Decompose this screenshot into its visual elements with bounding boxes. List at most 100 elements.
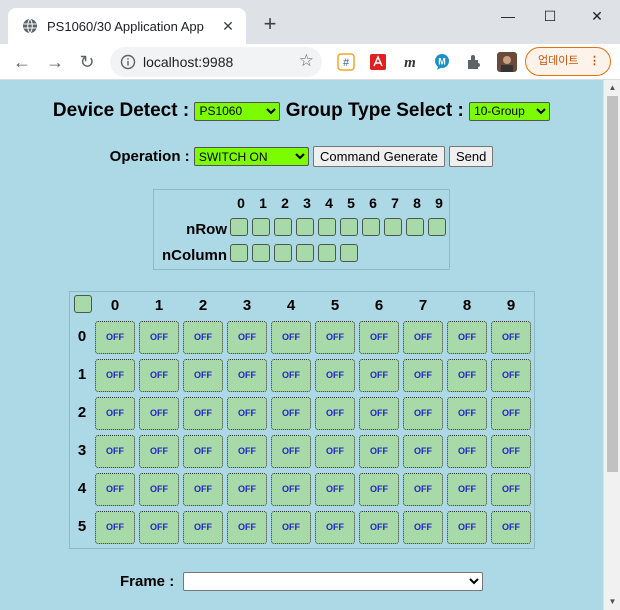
switch-cell-button[interactable]: OFF	[447, 359, 487, 392]
switch-cell-button[interactable]: OFF	[359, 359, 399, 392]
switch-cell-button[interactable]: OFF	[315, 511, 355, 544]
browser-tab[interactable]: PS1060/30 Application App ✕	[8, 8, 246, 44]
switch-cell-button[interactable]: OFF	[95, 511, 135, 544]
switch-cell-button[interactable]: OFF	[403, 359, 443, 392]
m-extension-icon[interactable]: m	[401, 53, 419, 71]
switch-cell-button[interactable]: OFF	[139, 397, 179, 430]
switch-cell-button[interactable]: OFF	[271, 359, 311, 392]
nrow-checkbox[interactable]	[318, 218, 336, 236]
extension-icon[interactable]	[465, 53, 483, 71]
switch-cell-button[interactable]: OFF	[447, 397, 487, 430]
switch-cell-button[interactable]: OFF	[491, 435, 531, 468]
switch-cell-button[interactable]: OFF	[227, 511, 267, 544]
info-icon[interactable]	[120, 54, 136, 70]
switch-cell-button[interactable]: OFF	[95, 321, 135, 354]
scroll-down-icon[interactable]: ▼	[604, 594, 620, 610]
extension-hash-icon[interactable]: #	[337, 53, 355, 71]
switch-cell-button[interactable]: OFF	[271, 511, 311, 544]
switch-cell-button[interactable]: OFF	[183, 435, 223, 468]
switch-cell-button[interactable]: OFF	[403, 397, 443, 430]
window-close-icon[interactable]: ✕	[585, 4, 609, 28]
nrow-checkbox[interactable]	[252, 218, 270, 236]
switch-cell-button[interactable]: OFF	[95, 435, 135, 468]
nrow-checkbox[interactable]	[340, 218, 358, 236]
switch-cell-button[interactable]: OFF	[227, 435, 267, 468]
avatar[interactable]	[497, 52, 517, 72]
ncolumn-checkbox[interactable]	[340, 244, 358, 262]
switch-cell-button[interactable]: OFF	[491, 359, 531, 392]
switch-cell-button[interactable]: OFF	[183, 397, 223, 430]
group-type-select[interactable]: 10-Group	[469, 101, 551, 121]
nrow-checkbox[interactable]	[362, 218, 380, 236]
switch-cell-button[interactable]: OFF	[139, 511, 179, 544]
switch-cell-button[interactable]: OFF	[491, 321, 531, 354]
switch-cell-button[interactable]: OFF	[95, 397, 135, 430]
switch-cell-button[interactable]: OFF	[315, 397, 355, 430]
pdf-extension-icon[interactable]	[369, 53, 387, 71]
switch-cell-button[interactable]: OFF	[491, 511, 531, 544]
switch-cell-button[interactable]: OFF	[315, 321, 355, 354]
switch-cell-button[interactable]: OFF	[491, 473, 531, 506]
switch-cell-button[interactable]: OFF	[227, 397, 267, 430]
switch-cell-button[interactable]: OFF	[271, 473, 311, 506]
minimize-icon[interactable]: —	[496, 4, 520, 28]
nrow-checkbox[interactable]	[274, 218, 292, 236]
bookmark-star-icon[interactable]: ☆	[299, 51, 314, 71]
update-button[interactable]: 업데이트 ⋮	[525, 47, 611, 76]
ncolumn-checkbox[interactable]	[318, 244, 336, 262]
command-generate-button[interactable]: Command Generate	[313, 146, 445, 167]
switch-cell-button[interactable]: OFF	[183, 321, 223, 354]
switch-cell-button[interactable]: OFF	[403, 321, 443, 354]
switch-cell-button[interactable]: OFF	[447, 435, 487, 468]
m-bubble-extension-icon[interactable]: M	[433, 53, 451, 71]
switch-cell-button[interactable]: OFF	[315, 359, 355, 392]
ncolumn-checkbox[interactable]	[296, 244, 314, 262]
switch-cell-button[interactable]: OFF	[359, 321, 399, 354]
switch-cell-button[interactable]: OFF	[359, 435, 399, 468]
vertical-scrollbar[interactable]: ▲ ▼	[603, 80, 620, 610]
nrow-checkbox[interactable]	[406, 218, 424, 236]
switch-cell-button[interactable]: OFF	[227, 473, 267, 506]
ncolumn-checkbox[interactable]	[252, 244, 270, 262]
switch-cell-button[interactable]: OFF	[183, 473, 223, 506]
address-bar[interactable]: localhost:9988 ☆	[110, 47, 322, 77]
close-icon[interactable]: ✕	[220, 18, 236, 34]
switch-cell-button[interactable]: OFF	[403, 511, 443, 544]
switch-cell-button[interactable]: OFF	[139, 321, 179, 354]
frame-select[interactable]	[183, 572, 483, 591]
back-icon[interactable]: ←	[10, 50, 34, 74]
nrow-checkbox[interactable]	[296, 218, 314, 236]
forward-icon[interactable]: →	[43, 50, 67, 74]
nrow-checkbox[interactable]	[428, 218, 446, 236]
switch-cell-button[interactable]: OFF	[403, 435, 443, 468]
switch-cell-button[interactable]: OFF	[139, 435, 179, 468]
more-icon[interactable]: ⋮	[589, 48, 600, 75]
switch-cell-button[interactable]: OFF	[95, 359, 135, 392]
switch-cell-button[interactable]: OFF	[447, 511, 487, 544]
switch-cell-button[interactable]: OFF	[359, 397, 399, 430]
switch-cell-button[interactable]: OFF	[139, 473, 179, 506]
switch-cell-button[interactable]: OFF	[315, 473, 355, 506]
switch-cell-button[interactable]: OFF	[95, 473, 135, 506]
switch-cell-button[interactable]: OFF	[271, 397, 311, 430]
ncolumn-checkbox[interactable]	[230, 244, 248, 262]
switch-cell-button[interactable]: OFF	[359, 473, 399, 506]
switch-cell-button[interactable]: OFF	[403, 473, 443, 506]
switch-cell-button[interactable]: OFF	[183, 511, 223, 544]
switch-cell-button[interactable]: OFF	[447, 321, 487, 354]
switch-cell-button[interactable]: OFF	[183, 359, 223, 392]
nrow-checkbox[interactable]	[230, 218, 248, 236]
switch-cell-button[interactable]: OFF	[139, 359, 179, 392]
device-select[interactable]: PS1060	[194, 101, 281, 121]
switch-cell-button[interactable]: OFF	[447, 473, 487, 506]
maximize-icon[interactable]: ☐	[538, 4, 562, 28]
select-all-checkbox[interactable]	[74, 295, 92, 313]
operation-select[interactable]: SWITCH ON	[193, 147, 309, 166]
switch-cell-button[interactable]: OFF	[315, 435, 355, 468]
switch-cell-button[interactable]: OFF	[271, 435, 311, 468]
reload-icon[interactable]: ↻	[75, 50, 99, 74]
switch-cell-button[interactable]: OFF	[271, 321, 311, 354]
switch-cell-button[interactable]: OFF	[227, 359, 267, 392]
new-tab-icon[interactable]: +	[260, 13, 280, 35]
send-button[interactable]: Send	[448, 146, 494, 167]
